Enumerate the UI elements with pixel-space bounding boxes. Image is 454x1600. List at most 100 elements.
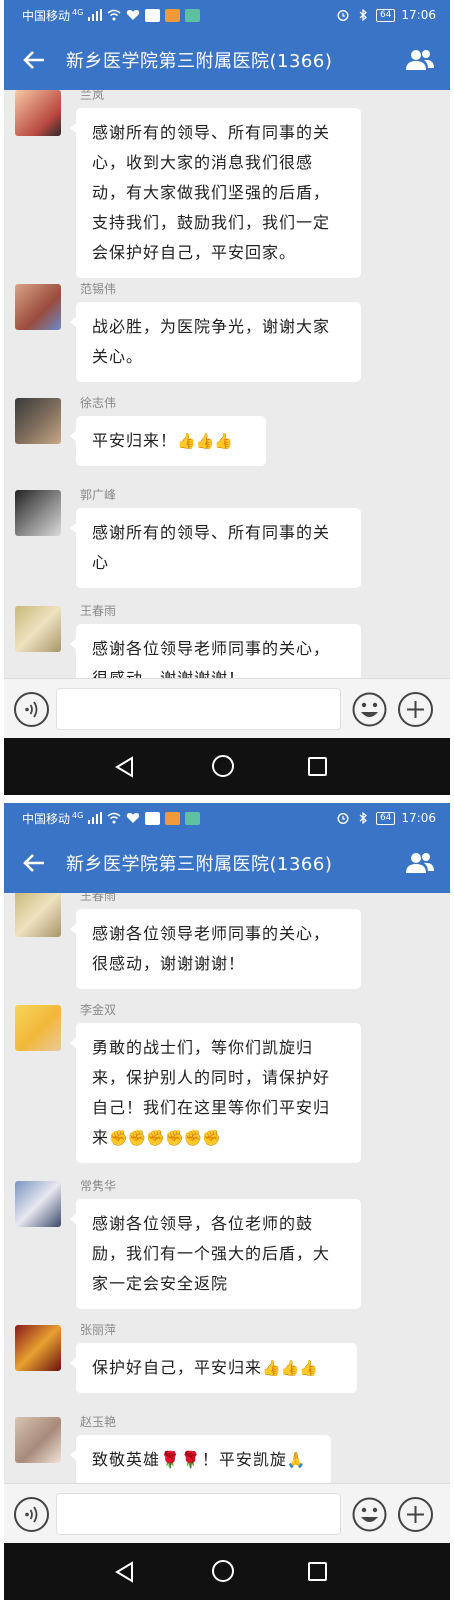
avatar[interactable] <box>15 490 61 536</box>
sender-name: 常隽华 <box>80 1179 117 1193</box>
avatar[interactable] <box>15 893 61 937</box>
voice-button[interactable] <box>14 1497 49 1532</box>
input-bar <box>4 678 450 738</box>
heart-app-icon <box>127 813 140 823</box>
message-bubble[interactable]: 致敬英雄🌹🌹！平安凯旋🙏 <box>70 1435 331 1483</box>
network-type: 4G <box>72 810 84 820</box>
system-nav-bar <box>4 738 450 795</box>
emoji-button[interactable] <box>352 692 387 727</box>
group-info-button[interactable] <box>390 833 450 893</box>
message-text: 感谢各位领导老师同事的关心，很感动，谢谢谢谢！ <box>92 924 331 973</box>
shield-app-icon <box>145 811 161 825</box>
chat-screen-2: 中国移动 4G 64 17:06 新乡医学院第三附属医院(1366) 王春雨 感… <box>4 803 450 1600</box>
avatar[interactable] <box>15 90 61 136</box>
message-bubble[interactable]: 感谢各位领导老师同事的关心，很感动，谢谢谢谢！ <box>70 909 361 989</box>
heart-app-icon <box>127 10 140 20</box>
wifi-icon <box>107 812 121 824</box>
more-button[interactable] <box>398 1497 433 1532</box>
circle-home-icon[interactable] <box>212 1560 234 1582</box>
fist-emoji: ✊✊✊✊✊✊ <box>109 1129 222 1147</box>
carrier-label: 中国移动 <box>22 8 71 23</box>
chat-title: 新乡医学院第三附属医院(1366) <box>66 854 333 875</box>
message-text: 感谢所有的领导、所有同事的关心，收到大家的消息我们很感动，有大家做我们坚强的后盾… <box>92 123 331 262</box>
message-bubble[interactable]: 保护好自己，平安归来👍👍👍 <box>70 1343 357 1393</box>
app-bar: 新乡医学院第三附属医院(1366) <box>4 833 450 893</box>
message-list[interactable]: 王春雨 感谢各位领导老师同事的关心，很感动，谢谢谢谢！ 李金双 勇敢的战士们，等… <box>4 893 450 1483</box>
message-bubble[interactable]: 感谢所有的领导、所有同事的关心 <box>70 508 361 588</box>
voice-button[interactable] <box>14 692 49 727</box>
triangle-back-icon[interactable] <box>114 1561 134 1583</box>
sender-name: 徐志伟 <box>80 396 117 410</box>
square-recent-icon[interactable] <box>308 1562 327 1581</box>
sender-name: 张丽萍 <box>80 1323 117 1337</box>
sender-name: 王春雨 <box>80 893 117 903</box>
sender-name: 赵玉艳 <box>80 1415 117 1429</box>
thumbs-up-emoji: 👍👍👍 <box>177 432 234 450</box>
battery-icon: 64 <box>375 8 396 22</box>
message-bubble[interactable]: 感谢各位领导老师同事的关心，很感动，谢谢谢谢！ <box>70 624 361 678</box>
clock: 17:06 <box>401 8 436 22</box>
app-notification-icon <box>165 811 181 825</box>
square-recent-icon[interactable] <box>308 757 327 776</box>
alarm-icon <box>337 10 349 21</box>
avatar[interactable] <box>15 1417 61 1463</box>
photo-app-icon <box>185 811 201 825</box>
sender-name: 王春雨 <box>80 604 117 618</box>
avatar[interactable] <box>15 1005 61 1051</box>
message-text: 致敬英雄🌹🌹！平安凯旋 <box>92 1450 287 1469</box>
voice-icon <box>25 1506 38 1523</box>
message-list[interactable]: 兰岚 感谢所有的领导、所有同事的关心，收到大家的消息我们很感动，有大家做我们坚强… <box>4 90 450 678</box>
arrow-left-icon <box>23 854 44 872</box>
signal-icon <box>88 812 103 824</box>
sender-name: 兰岚 <box>80 90 105 102</box>
clock: 17:06 <box>401 811 436 825</box>
message-bubble[interactable]: 战必胜，为医院争光，谢谢大家关心。 <box>70 302 361 382</box>
avatar[interactable] <box>15 1325 61 1371</box>
chat-screen-1: 中国移动 4G 64 17:06 新乡医学院第三附属医院(1366) 兰岚 感谢… <box>4 0 450 795</box>
message-text: 感谢所有的领导、所有同事的关心 <box>92 523 331 572</box>
group-members-icon <box>406 853 434 873</box>
app-notification-icon <box>165 8 181 22</box>
smiley-icon <box>352 1497 387 1532</box>
message-input[interactable] <box>56 688 341 730</box>
message-text: 感谢各位领导老师同事的关心，很感动，谢谢谢谢！ <box>92 639 331 678</box>
message-text: 感谢各位领导，各位老师的鼓励，我们有一个强大的后盾，大家一定会安全返院 <box>92 1214 331 1293</box>
message-bubble[interactable]: 感谢所有的领导、所有同事的关心，收到大家的消息我们很感动，有大家做我们坚强的后盾… <box>70 108 361 278</box>
more-button[interactable] <box>398 692 433 727</box>
message-input[interactable] <box>56 1493 341 1535</box>
photo-app-icon <box>185 8 201 22</box>
avatar[interactable] <box>15 1181 61 1227</box>
shield-app-icon <box>145 8 161 22</box>
plus-icon <box>407 1506 424 1523</box>
voice-icon <box>25 701 38 718</box>
sender-name: 郭广峰 <box>80 488 117 502</box>
alarm-icon <box>337 813 349 824</box>
wifi-icon <box>107 9 121 21</box>
status-bar: 中国移动 4G 64 17:06 <box>4 803 450 833</box>
network-type: 4G <box>72 7 84 17</box>
message-bubble[interactable]: 平安归来！👍👍👍 <box>70 416 266 466</box>
thumbs-up-emoji: 👍👍👍 <box>262 1359 319 1377</box>
back-button[interactable] <box>4 833 64 893</box>
smiley-icon <box>352 692 387 727</box>
folded-hands-emoji: 🙏 <box>286 1451 306 1469</box>
emoji-button[interactable] <box>352 1497 387 1532</box>
plus-icon <box>407 701 424 718</box>
avatar[interactable] <box>15 606 61 652</box>
sender-name: 李金双 <box>80 1003 117 1017</box>
chat-title: 新乡医学院第三附属医院(1366) <box>66 51 333 72</box>
circle-home-icon[interactable] <box>212 755 234 777</box>
message-bubble[interactable]: 感谢各位领导，各位老师的鼓励，我们有一个强大的后盾，大家一定会安全返院 <box>70 1199 361 1309</box>
avatar[interactable] <box>15 284 61 330</box>
back-button[interactable] <box>4 30 64 90</box>
arrow-left-icon <box>23 51 44 69</box>
triangle-back-icon[interactable] <box>114 756 134 778</box>
status-bar: 中国移动 4G 64 17:06 <box>4 0 450 30</box>
group-info-button[interactable] <box>390 30 450 90</box>
bluetooth-icon <box>359 9 367 21</box>
message-bubble[interactable]: 勇敢的战士们，等你们凯旋归来，保护别人的同时，请保护好自己！我们在这里等你们平安… <box>70 1023 361 1163</box>
input-bar <box>4 1483 450 1543</box>
battery-icon: 64 <box>375 811 396 825</box>
avatar[interactable] <box>15 398 61 444</box>
message-text: 战必胜，为医院争光，谢谢大家关心。 <box>92 317 331 366</box>
